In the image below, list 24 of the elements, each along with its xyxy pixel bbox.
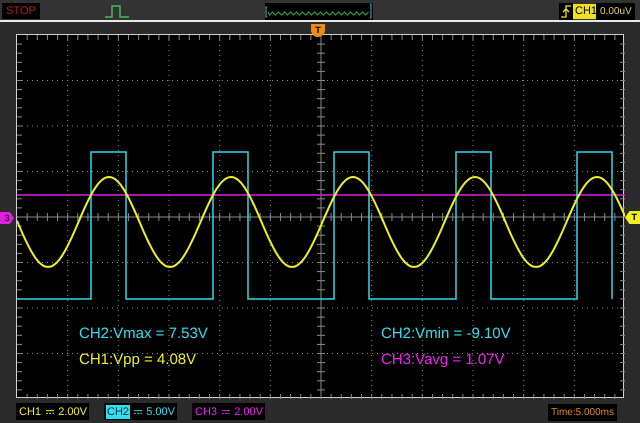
measurement-readout: CH2:Vmax = 7.53V xyxy=(79,325,209,343)
trigger-level-marker[interactable]: T xyxy=(625,211,640,224)
channel-scale: 5.00V xyxy=(146,404,175,418)
pulse-icon xyxy=(105,5,129,18)
timebase-readout: Time:5.000ms xyxy=(548,404,617,421)
dc-coupling-icon xyxy=(134,408,142,414)
channel-scale-box[interactable]: CH3 2.00V xyxy=(192,403,265,420)
trigger-position-marker[interactable]: T xyxy=(311,24,325,37)
channel-label: CH1 xyxy=(18,404,42,418)
channel-scale: 2.00V xyxy=(234,404,263,418)
measurement-readout: CH3:Vavg = 1.07V xyxy=(381,351,506,369)
channel-scale-box[interactable]: CH1 2.00V xyxy=(16,403,89,420)
trigger-level: 0.00uV xyxy=(596,3,635,20)
channel-label: CH3 xyxy=(194,404,218,418)
channel-marker[interactable]: 3 xyxy=(0,212,14,224)
measurement-readout: CH1:Vpp = 4.08V xyxy=(79,351,198,369)
dc-coupling-icon xyxy=(46,408,54,414)
measurement-readout: CH2:Vmin = -9.10V xyxy=(381,325,511,343)
channel-scale: 2.00V xyxy=(58,404,87,418)
dc-coupling-icon xyxy=(222,408,230,414)
rising-edge-icon xyxy=(559,3,573,20)
channel-scale-box[interactable]: CH2 5.00V xyxy=(104,403,177,420)
waveform-overview[interactable] xyxy=(265,3,373,20)
channel-label: CH2 xyxy=(106,404,130,418)
